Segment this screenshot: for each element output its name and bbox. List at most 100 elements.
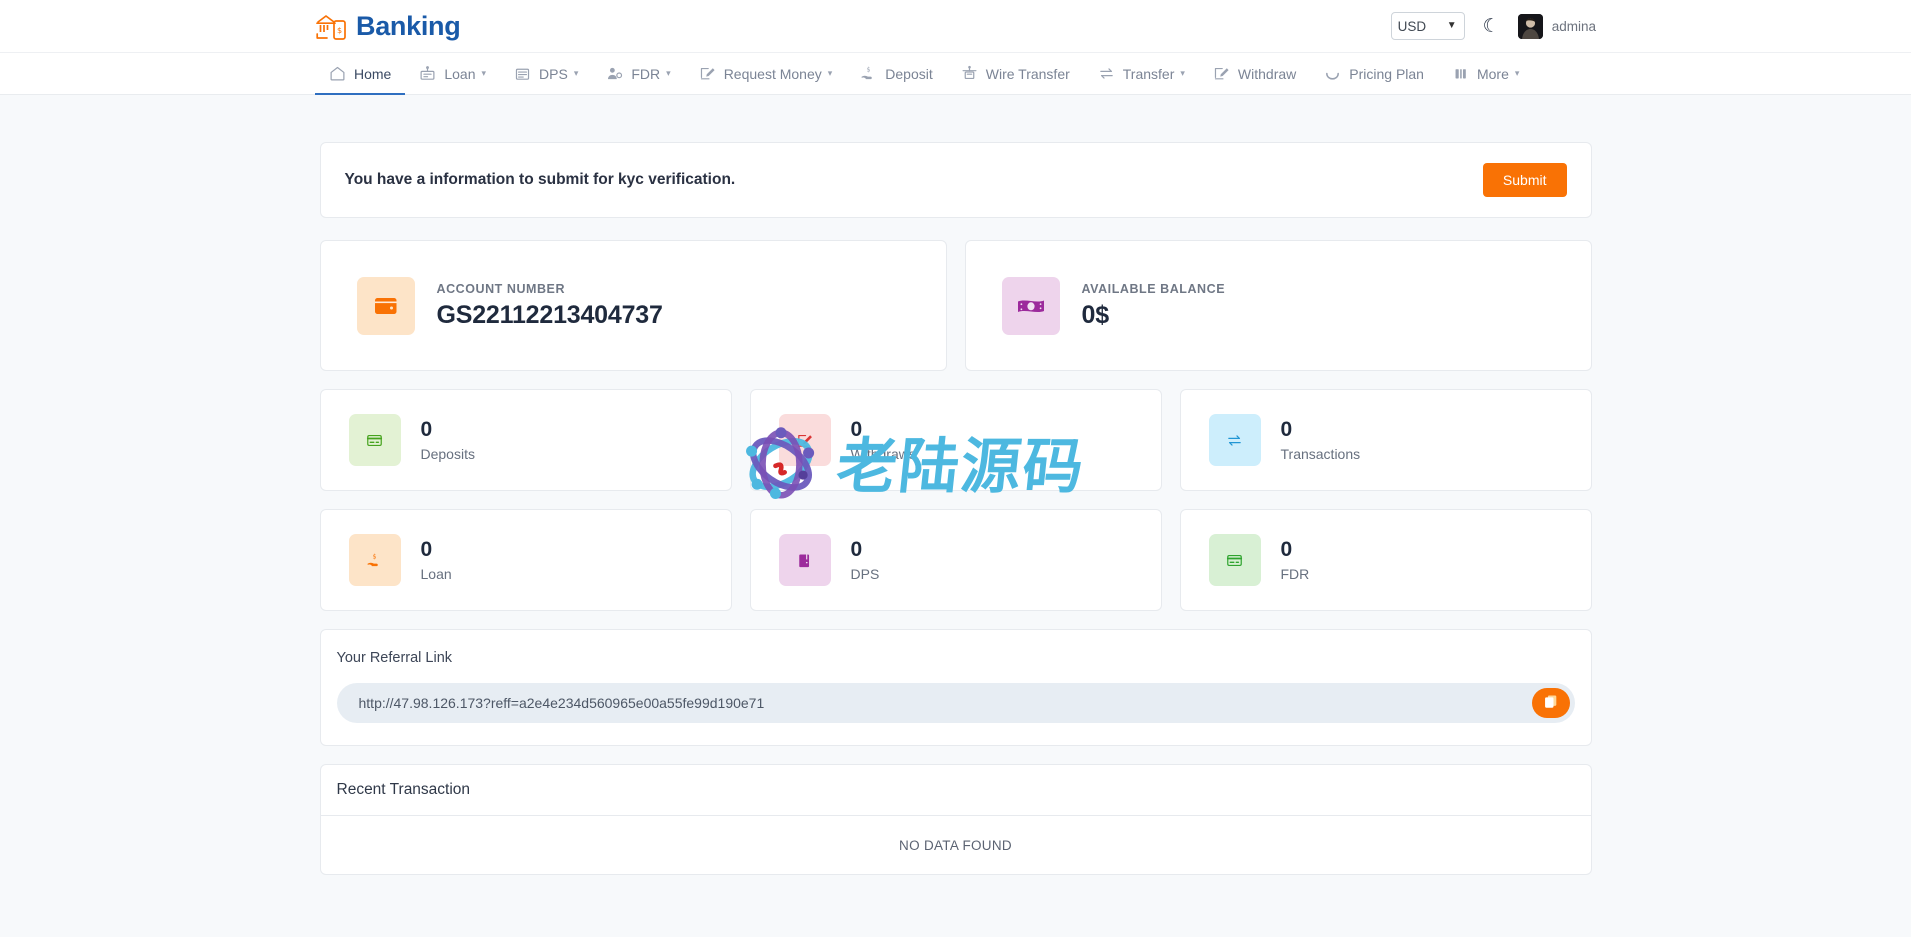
summary-cards-row: ACCOUNT NUMBER GS22112213404737 AVAILABL… bbox=[319, 240, 1592, 371]
nav-item-label: Transfer bbox=[1122, 65, 1175, 82]
stats-row-first: 0 Deposits 0 Withdraws 0 Transactions bbox=[319, 389, 1592, 491]
stat-label: Withdraws bbox=[850, 445, 916, 462]
top-bar: $ Banking USD ▼ ☾ admina bbox=[0, 0, 1911, 53]
nav-item-label: DPS bbox=[539, 65, 568, 82]
topbar-right: USD ▼ ☾ admina bbox=[1390, 12, 1596, 40]
nav-item-loan[interactable]: Loan ▾ bbox=[405, 53, 500, 94]
available-balance-info: AVAILABLE BALANCE 0$ bbox=[1082, 282, 1226, 330]
referral-link-text[interactable]: http://47.98.126.173?reff=a2e4e234d56096… bbox=[359, 695, 1532, 711]
stat-label: FDR bbox=[1280, 565, 1310, 582]
exchange-icon bbox=[1098, 65, 1115, 82]
chevron-down-icon: ▾ bbox=[827, 68, 833, 78]
bank-mobile-icon: $ bbox=[315, 11, 349, 41]
stat-card-transactions: 0 Transactions bbox=[1179, 389, 1592, 491]
stat-card-dps: 0 DPS bbox=[749, 509, 1162, 611]
stat-card-loan: $0 Loan bbox=[319, 509, 732, 611]
nav-item-label: Home bbox=[354, 65, 392, 82]
avatar bbox=[1517, 13, 1543, 39]
content-container: You have a information to submit for kyc… bbox=[319, 142, 1592, 875]
stat-text: 0 Loan bbox=[421, 538, 452, 581]
recent-transaction-header: Recent Transaction bbox=[320, 765, 1591, 816]
withdraw-icon bbox=[1213, 65, 1230, 82]
stat-label: DPS bbox=[850, 565, 880, 582]
withdraw-box-icon bbox=[778, 414, 831, 466]
wallet-icon bbox=[356, 276, 415, 335]
nav-item-label: FDR bbox=[631, 65, 661, 82]
nav-item-label: Deposit bbox=[885, 65, 933, 82]
stat-value: 0 bbox=[420, 418, 433, 442]
stat-value: 0 bbox=[1280, 418, 1293, 442]
stat-card-fdr: 0 FDR bbox=[1179, 509, 1592, 611]
credit-card-icon bbox=[348, 414, 401, 466]
referral-card: Your Referral Link http://47.98.126.173?… bbox=[319, 629, 1592, 746]
request-money-icon bbox=[699, 65, 716, 82]
book-icon bbox=[778, 534, 831, 586]
home-icon bbox=[329, 65, 346, 82]
money-note-icon bbox=[1001, 276, 1060, 335]
kyc-message: You have a information to submit for kyc… bbox=[344, 171, 736, 188]
nav-item-transfer[interactable]: Transfer ▾ bbox=[1084, 53, 1199, 94]
user-shield-icon bbox=[606, 65, 623, 82]
nav-item-request-money[interactable]: Request Money ▾ bbox=[685, 53, 847, 94]
account-number-label: ACCOUNT NUMBER bbox=[436, 281, 566, 296]
user-menu[interactable]: admina bbox=[1517, 13, 1596, 39]
account-number-info: ACCOUNT NUMBER GS22112213404737 bbox=[437, 282, 663, 330]
nav-item-label: Pricing Plan bbox=[1349, 65, 1424, 82]
nav-item-fdr[interactable]: FDR ▾ bbox=[592, 53, 684, 94]
recent-transaction-body: NO DATA FOUND bbox=[321, 816, 1591, 874]
kyc-submit-button[interactable]: Submit bbox=[1482, 163, 1567, 197]
currency-selector-wrap: USD ▼ bbox=[1390, 12, 1465, 40]
nav-item-home[interactable]: Home bbox=[315, 53, 406, 95]
moon-icon[interactable]: ☾ bbox=[1483, 17, 1500, 36]
chevron-down-icon: ▾ bbox=[481, 68, 487, 78]
credit-card-icon bbox=[1208, 534, 1261, 586]
stat-label: Loan bbox=[420, 565, 452, 582]
nav-item-label: Loan bbox=[444, 65, 476, 82]
available-balance-value: 0$ bbox=[1081, 300, 1110, 329]
stat-label: Deposits bbox=[420, 445, 475, 462]
wire-transfer-icon bbox=[961, 65, 978, 82]
username-label: admina bbox=[1551, 18, 1596, 34]
referral-title: Your Referral Link bbox=[336, 650, 453, 666]
loan-icon bbox=[419, 65, 436, 82]
nav-item-label: Withdraw bbox=[1237, 65, 1297, 82]
nav-item-label: More bbox=[1476, 65, 1509, 82]
account-number-value: GS22112213404737 bbox=[436, 300, 663, 329]
nav-item-more[interactable]: More ▾ bbox=[1438, 53, 1533, 94]
svg-text:$: $ bbox=[373, 553, 377, 560]
bank-icon bbox=[514, 65, 531, 82]
nav-item-label: Request Money bbox=[723, 65, 822, 82]
stat-value: 0 bbox=[420, 538, 433, 562]
hand-money-icon: $ bbox=[860, 65, 877, 82]
stat-text: 0 Transactions bbox=[1281, 418, 1361, 461]
stat-text: 0 Deposits bbox=[421, 418, 475, 461]
stat-value: 0 bbox=[1280, 538, 1293, 562]
stat-text: 0 FDR bbox=[1281, 538, 1310, 581]
recent-transaction-card: Recent Transaction NO DATA FOUND bbox=[319, 764, 1592, 875]
available-balance-card: AVAILABLE BALANCE 0$ bbox=[964, 240, 1592, 371]
copy-referral-button[interactable] bbox=[1531, 688, 1570, 718]
recent-transaction-title: Recent Transaction bbox=[336, 781, 471, 798]
chevron-down-icon: ▾ bbox=[573, 68, 579, 78]
nav-item-withdraw[interactable]: Withdraw bbox=[1199, 53, 1310, 94]
stat-label: Transactions bbox=[1280, 445, 1361, 462]
stat-value: 0 bbox=[850, 538, 863, 562]
nav-item-deposit[interactable]: $ Deposit bbox=[846, 53, 946, 94]
brand-logo-link[interactable]: $ Banking bbox=[315, 11, 461, 42]
main-navigation: Home Loan ▾ DPS ▾ FDR ▾ Request Money ▾ $ Deposit W… bbox=[0, 53, 1911, 95]
stat-card-withdraws: 0 Withdraws bbox=[749, 389, 1162, 491]
chevron-down-icon: ▾ bbox=[1514, 68, 1520, 78]
referral-link-row: http://47.98.126.173?reff=a2e4e234d56096… bbox=[336, 683, 1575, 723]
exchange-icon bbox=[1208, 414, 1261, 466]
currency-select[interactable]: USD bbox=[1390, 12, 1465, 40]
nav-item-dps[interactable]: DPS ▾ bbox=[500, 53, 592, 94]
nav-item-wire-transfer[interactable]: Wire Transfer bbox=[947, 53, 1084, 94]
available-balance-label: AVAILABLE BALANCE bbox=[1081, 281, 1226, 296]
stat-value: 0 bbox=[850, 418, 863, 442]
nav-item-label: Wire Transfer bbox=[985, 65, 1070, 82]
no-data-message: NO DATA FOUND bbox=[899, 837, 1012, 853]
nav-item-pricing-plan[interactable]: Pricing Plan bbox=[1310, 53, 1438, 94]
kyc-banner: You have a information to submit for kyc… bbox=[319, 142, 1592, 218]
stats-row-second: $0 Loan 0 DPS 0 FDR bbox=[319, 509, 1592, 611]
copy-icon bbox=[1543, 694, 1558, 712]
